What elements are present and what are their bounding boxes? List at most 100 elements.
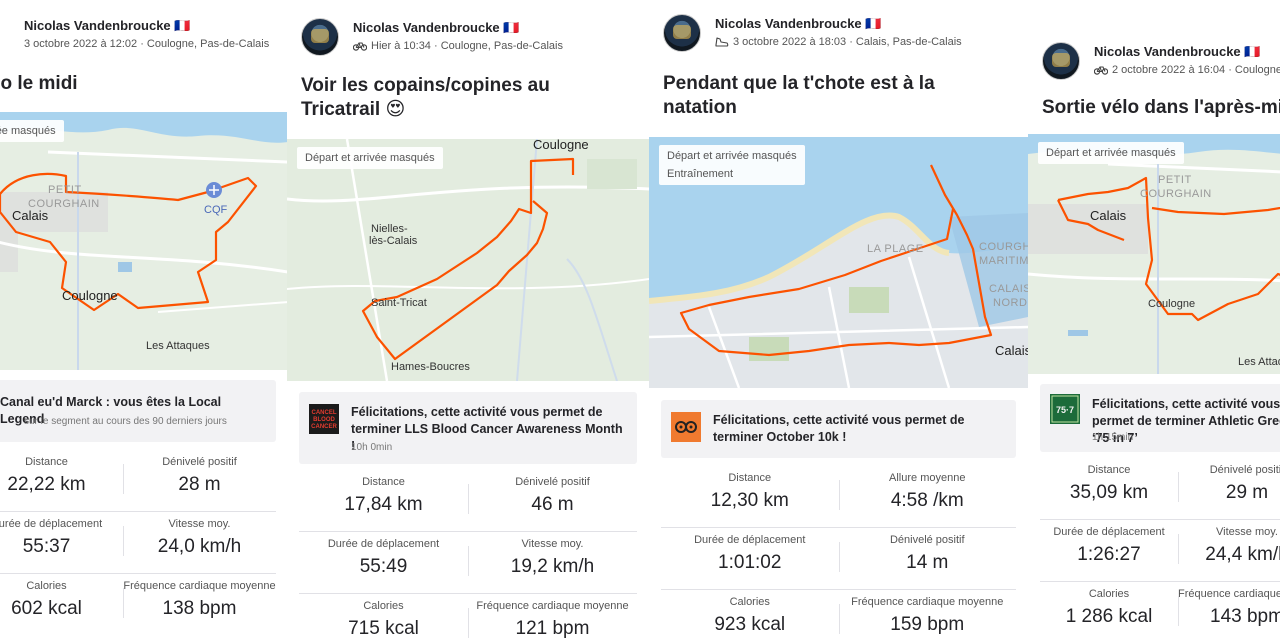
activity-date-location: 3 octobre 2022 à 18:03 · Calais, Pas-de-… [733, 36, 962, 48]
route-map[interactable]: Départ et arrivée masqués PETIT COURGHAI… [0, 112, 287, 370]
athlete-name[interactable]: Nicolas Vandenbroucke 🇫🇷 [1094, 44, 1260, 60]
stat-value: 138 bpm [162, 598, 237, 619]
stat-value: 55:49 [359, 556, 408, 577]
stat-value: 55:37 [22, 536, 71, 557]
athlete-name[interactable]: Nicolas Vandenbroucke 🇫🇷 [24, 18, 190, 34]
activity-stats: Distance 22,22 km Dénivelé positif 28 m Du… [0, 450, 276, 636]
activity-title[interactable]: Sortie vélo dans l'après-midi [1042, 96, 1280, 120]
activity-title[interactable]: Voir les copains/copines au Tricatrail 😍 [301, 74, 631, 122]
achievement-banner[interactable]: Canal eu'd Marck : vous êtes la Local Le… [0, 380, 276, 442]
map-label: LA PLAGE [867, 243, 924, 255]
map-privacy-chip: Départ et arrivée masqués [0, 120, 64, 142]
stat-value: 12,30 km [710, 490, 789, 511]
stat-label: Vitesse moy. [521, 538, 584, 550]
map-label: Coulogne [1148, 298, 1196, 310]
map-privacy-chip: Départ et arrivée masqués [1038, 142, 1184, 164]
stat-value: 24,4 km/h [1205, 544, 1280, 565]
activity-title[interactable]: Vélo le midi [0, 72, 78, 96]
stat-label: Fréquence cardiaque moyenne [851, 596, 1004, 608]
achievement-subtext: 10h 0min [351, 442, 393, 453]
map-label: COURGH [979, 241, 1028, 253]
map-label: Les Attaques [146, 340, 210, 352]
map-label: PETIT [48, 184, 82, 196]
stat-label: Vitesse moy. [1216, 526, 1278, 538]
activity-card[interactable]: Nicolas Vandenbroucke 🇫🇷 3 octobre 2022 … [0, 0, 287, 640]
stat-label: Dénivelé positif [1209, 464, 1280, 476]
stat-label: Dénivelé positif [889, 534, 965, 546]
stat-value: 923 kcal [714, 614, 786, 635]
stat-value: 19,2 km/h [510, 556, 595, 577]
svg-text:CANCER: CANCER [311, 424, 337, 430]
map-label: Les Attaques [1238, 356, 1280, 368]
stat-value: 22,22 km [7, 474, 86, 495]
stat-value: 1:01:02 [718, 552, 782, 573]
achievement-text: Félicitations, cette activité vous perme… [713, 413, 965, 444]
activity-date-location: Hier à 10:34 · Coulogne, Pas-de-Calais [371, 40, 563, 52]
activity-title[interactable]: Pendant que la t'chote est à la natation [663, 72, 983, 120]
stat-value: 143 bpm [1210, 606, 1280, 627]
map-canvas [1028, 134, 1280, 374]
stat-label: Durée de déplacement [694, 534, 806, 546]
map-label: CQF [204, 204, 228, 216]
october-10k-badge-icon [671, 412, 701, 442]
athlete-name[interactable]: Nicolas Vandenbroucke 🇫🇷 [715, 16, 881, 32]
stat-label: Fréquence cardiaque moyenne [476, 600, 629, 612]
map-canvas [0, 112, 287, 370]
map-label: PETIT [1158, 174, 1192, 186]
stat-value: 14 m [906, 552, 949, 573]
stat-value: 1 286 kcal [1065, 606, 1153, 627]
stat-label: Calories [363, 600, 404, 612]
map-label: CALAIS- [989, 283, 1028, 295]
bike-icon [353, 42, 367, 51]
activity-card[interactable]: Nicolas Vandenbroucke 🇫🇷 Hier à 10:34 · … [287, 0, 649, 640]
stat-value: 159 bpm [890, 614, 965, 635]
map-label: COURGHAIN [1140, 188, 1212, 200]
stat-label: Fréquence cardiaque moyenne [1178, 588, 1280, 600]
map-label: MARITIM [979, 255, 1028, 267]
achievement-banner[interactable]: Félicitations, cette activité vous perme… [661, 400, 1016, 458]
stat-value: 715 kcal [348, 618, 419, 639]
route-map[interactable]: Départ et arrivée masqués PETIT COURGHAI… [1028, 134, 1280, 374]
stat-label: Distance [728, 472, 772, 484]
achievement-banner[interactable]: 75·7 Félicitations, cette activité vous … [1040, 384, 1280, 452]
activity-card[interactable]: Nicolas Vandenbroucke 🇫🇷 3 octobre 2022 … [649, 0, 1028, 640]
stat-value: 121 bpm [515, 618, 590, 639]
map-privacy-chip: Départ et arrivée masqués Entraînement [659, 145, 805, 185]
avatar[interactable] [301, 18, 339, 56]
stat-value: 602 kcal [11, 598, 82, 619]
map-label: Saint-Tricat [371, 297, 427, 309]
achievement-text: Félicitations, cette activité vous perme… [351, 405, 623, 453]
avatar[interactable] [1042, 42, 1080, 80]
athlete-name[interactable]: Nicolas Vandenbroucke 🇫🇷 [353, 20, 519, 36]
map-label: Calais [995, 343, 1028, 358]
stat-label: Calories [26, 580, 67, 592]
bike-icon [1094, 66, 1108, 75]
activity-card[interactable]: Nicolas Vandenbroucke 🇫🇷 2 octobre 2022 … [1028, 0, 1280, 640]
stat-value: 4:58 /km [890, 490, 964, 511]
map-privacy-text: Départ et arrivée masqués [667, 150, 797, 162]
athletic-greens-badge-icon: 75·7 [1050, 394, 1080, 424]
achievement-banner[interactable]: CANCEL BLOOD CANCER Félicitations, cette… [299, 392, 637, 464]
activity-meta: 3 octobre 2022 à 12:02 · Coulogne, Pas-d… [24, 38, 269, 50]
activity-stats: Distance 35,09 km Dénivelé positif 29 m Du… [1040, 458, 1280, 640]
stat-label: Durée de déplacement [1053, 526, 1165, 538]
route-map[interactable]: Départ et arrivée masqués Entraînement L… [649, 137, 1028, 388]
route-map[interactable]: Départ et arrivée masqués Coulogne Niell… [287, 139, 649, 381]
activity-stats: Distance 17,84 km Dénivelé positif 46 m Du… [299, 470, 637, 640]
achievement-subtext: sur le segment au cours des 90 derniers … [24, 416, 227, 427]
stat-label: Distance [362, 476, 405, 488]
stat-label: Distance [1087, 464, 1131, 476]
map-label: Coulogne [62, 288, 118, 303]
stat-value: 17,84 km [344, 494, 423, 515]
badge-text: 75·7 [1056, 405, 1074, 415]
activity-date-location: 3 octobre 2022 à 12:02 · Coulogne, Pas-d… [24, 38, 270, 50]
avatar[interactable] [663, 14, 701, 52]
map-activity-type: Entraînement [667, 168, 734, 180]
stat-value: 46 m [531, 494, 574, 515]
stat-label: Allure moyenne [889, 472, 966, 484]
cancel-blood-cancer-badge-icon: CANCEL BLOOD CANCER [309, 404, 339, 434]
map-label: NORD [993, 297, 1028, 309]
svg-text:BLOOD: BLOOD [313, 417, 335, 423]
activity-meta: 3 octobre 2022 à 18:03 · Calais, Pas-de-… [715, 36, 962, 48]
activity-date-location: 2 octobre 2022 à 16:04 · Coulogne, Pas-d… [1112, 64, 1280, 76]
